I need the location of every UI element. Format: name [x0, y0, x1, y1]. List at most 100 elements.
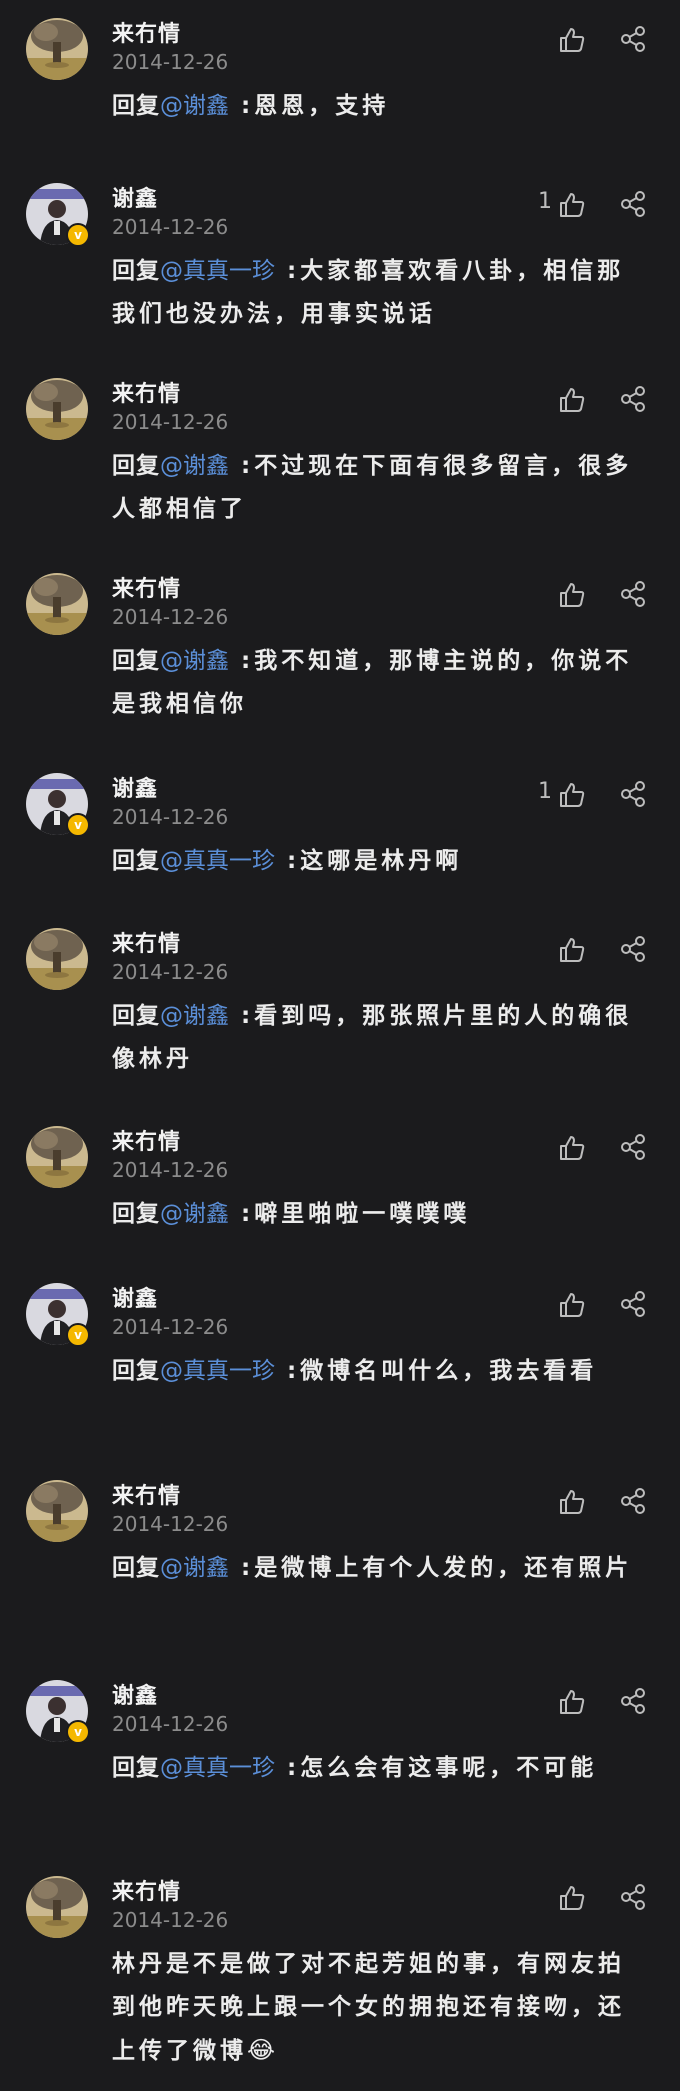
reply-prefix: 回复 — [112, 1201, 160, 1227]
comment-body: 是微博上有个人发的，还有照片 — [254, 1555, 633, 1581]
share-icon[interactable] — [618, 1882, 648, 1912]
mention-colon: : — [275, 1358, 301, 1384]
mention-link[interactable]: @谢鑫 — [160, 1003, 229, 1029]
reply-prefix: 回复 — [112, 258, 160, 284]
reply-prefix: 回复 — [112, 93, 160, 119]
username[interactable]: 来冇情 — [112, 571, 181, 603]
mention-colon: : — [229, 453, 255, 479]
comment-date: 2014-12-26 — [112, 50, 229, 74]
mention-colon: : — [229, 1201, 255, 1227]
mention-colon: : — [229, 1555, 255, 1581]
thumbs-up-icon[interactable] — [558, 1134, 586, 1162]
username[interactable]: 来冇情 — [112, 926, 181, 958]
mention-link[interactable]: @真真一珍 — [160, 848, 275, 874]
comment-body: 微博名叫什么，我去看看 — [300, 1358, 598, 1384]
reply-prefix: 回复 — [112, 1358, 160, 1384]
comment-text: 回复@谢鑫 :是微博上有个人发的，还有照片 — [112, 1547, 642, 1590]
thumbs-up-icon[interactable] — [558, 1488, 586, 1516]
mention-link[interactable]: @真真一珍 — [160, 1358, 275, 1384]
share-icon[interactable] — [618, 934, 648, 964]
reply-prefix: 回复 — [112, 1755, 160, 1781]
share-icon[interactable] — [618, 24, 648, 54]
share-icon[interactable] — [618, 779, 648, 809]
comment-date: 2014-12-26 — [112, 960, 229, 984]
laughing-emoji-icon: 😂 — [247, 2036, 280, 2064]
comment-text: 回复@真真一珍 :这哪是林丹啊 — [112, 840, 642, 883]
thumbs-up-icon[interactable] — [558, 191, 586, 219]
comment-date: 2014-12-26 — [112, 410, 229, 434]
mention-colon: : — [229, 1003, 255, 1029]
username[interactable]: 来冇情 — [112, 376, 181, 408]
share-icon[interactable] — [618, 1132, 648, 1162]
share-icon[interactable] — [618, 1289, 648, 1319]
reply-prefix: 回复 — [112, 848, 160, 874]
avatar[interactable] — [26, 18, 88, 80]
mention-link[interactable]: @谢鑫 — [160, 453, 229, 479]
mention-link[interactable]: @谢鑫 — [160, 1555, 229, 1581]
thumbs-up-icon[interactable] — [558, 1688, 586, 1716]
username[interactable]: 谢鑫 — [112, 181, 158, 213]
mention-link[interactable]: @谢鑫 — [160, 648, 229, 674]
avatar[interactable]: v — [26, 1283, 90, 1347]
comment-text: 回复@真真一珍 :怎么会有这事呢，不可能 — [112, 1747, 642, 1790]
share-icon[interactable] — [618, 384, 648, 414]
avatar[interactable]: v — [26, 773, 90, 837]
username[interactable]: 来冇情 — [112, 1478, 181, 1510]
username[interactable]: 来冇情 — [112, 1124, 181, 1156]
thumbs-up-icon[interactable] — [558, 936, 586, 964]
comment-text: 回复@谢鑫 :不过现在下面有很多留言，很多人都相信了 — [112, 445, 642, 531]
avatar[interactable] — [26, 1876, 88, 1938]
mention-colon: : — [229, 93, 255, 119]
comment-date: 2014-12-26 — [112, 805, 229, 829]
username[interactable]: 谢鑫 — [112, 771, 158, 803]
avatar[interactable] — [26, 1126, 88, 1188]
thumbs-up-icon[interactable] — [558, 581, 586, 609]
comment-date: 2014-12-26 — [112, 215, 229, 239]
verified-badge: v — [66, 1720, 90, 1744]
verified-badge: v — [66, 1323, 90, 1347]
avatar[interactable]: v — [26, 1680, 90, 1744]
reply-prefix: 回复 — [112, 648, 160, 674]
reply-prefix: 回复 — [112, 453, 160, 479]
mention-link[interactable]: @谢鑫 — [160, 1201, 229, 1227]
avatar[interactable] — [26, 928, 88, 990]
thumbs-up-icon[interactable] — [558, 1884, 586, 1912]
mention-link[interactable]: @真真一珍 — [160, 1755, 275, 1781]
mention-link[interactable]: @谢鑫 — [160, 93, 229, 119]
comment-date: 2014-12-26 — [112, 1908, 229, 1932]
mention-colon: : — [229, 648, 255, 674]
comment-text: 林丹是不是做了对不起芳姐的事，有网友拍到他昨天晚上跟一个女的拥抱还有接吻，还上传… — [112, 1943, 642, 2073]
comment-text: 回复@真真一珍 :大家都喜欢看八卦，相信那我们也没办法，用事实说话 — [112, 250, 642, 336]
comment-text: 回复@真真一珍 :微博名叫什么，我去看看 — [112, 1350, 642, 1393]
avatar[interactable] — [26, 378, 88, 440]
thumbs-up-icon[interactable] — [558, 386, 586, 414]
avatar[interactable] — [26, 1480, 88, 1542]
mention-colon: : — [275, 1755, 301, 1781]
like-count: 1 — [538, 779, 552, 804]
username[interactable]: 谢鑫 — [112, 1281, 158, 1313]
comment-body: 林丹是不是做了对不起芳姐的事，有网友拍到他昨天晚上跟一个女的拥抱还有接吻，还上传… — [112, 1951, 625, 2064]
mention-link[interactable]: @真真一珍 — [160, 258, 275, 284]
username[interactable]: 来冇情 — [112, 16, 181, 48]
verified-badge: v — [66, 223, 90, 247]
username[interactable]: 谢鑫 — [112, 1678, 158, 1710]
comment-text: 回复@谢鑫 :看到吗，那张照片里的人的确很像林丹 — [112, 995, 642, 1081]
comment-body: 噼里啪啦一噗噗噗 — [254, 1201, 471, 1227]
avatar[interactable] — [26, 573, 88, 635]
comment-date: 2014-12-26 — [112, 1315, 229, 1339]
comment-date: 2014-12-26 — [112, 1158, 229, 1182]
thumbs-up-icon[interactable] — [558, 1291, 586, 1319]
avatar[interactable]: v — [26, 183, 90, 247]
comment-body: 怎么会有这事呢，不可能 — [300, 1755, 598, 1781]
share-icon[interactable] — [618, 189, 648, 219]
thumbs-up-icon[interactable] — [558, 26, 586, 54]
thumbs-up-icon[interactable] — [558, 781, 586, 809]
share-icon[interactable] — [618, 1486, 648, 1516]
reply-prefix: 回复 — [112, 1555, 160, 1581]
like-count: 1 — [538, 189, 552, 214]
share-icon[interactable] — [618, 579, 648, 609]
reply-prefix: 回复 — [112, 1003, 160, 1029]
verified-badge: v — [66, 813, 90, 837]
share-icon[interactable] — [618, 1686, 648, 1716]
username[interactable]: 来冇情 — [112, 1874, 181, 1906]
